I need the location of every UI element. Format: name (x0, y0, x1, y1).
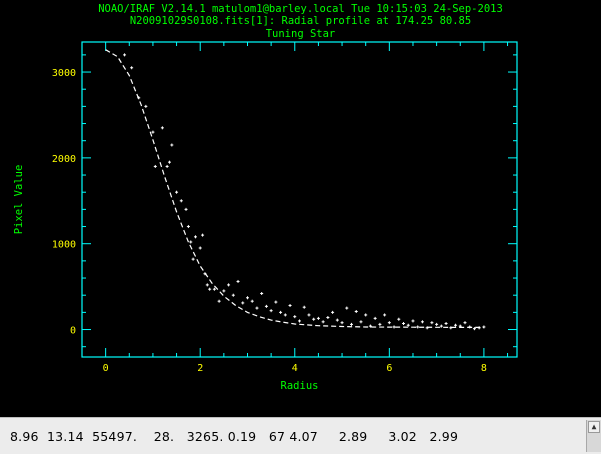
data-point (179, 199, 183, 203)
x-tick-label: 6 (386, 363, 392, 374)
data-point (153, 164, 157, 168)
data-point (241, 301, 245, 305)
data-point (144, 104, 148, 108)
data-point (350, 322, 354, 326)
data-point (208, 287, 212, 291)
data-point (439, 324, 443, 328)
data-point (151, 130, 155, 134)
data-point (387, 321, 391, 325)
y-tick-label: 2000 (52, 154, 76, 165)
fit-curve (105, 49, 484, 328)
data-point (245, 296, 249, 300)
data-point (250, 299, 254, 303)
data-point (463, 321, 467, 325)
data-point (416, 325, 420, 329)
data-point (283, 313, 287, 317)
data-point (298, 319, 301, 323)
data-point (170, 143, 174, 147)
data-point (231, 293, 235, 297)
plot-frame (81, 41, 518, 358)
data-point (274, 300, 278, 304)
data-point (293, 315, 297, 319)
data-point (373, 316, 377, 320)
data-point (326, 316, 330, 320)
data-point (288, 304, 292, 308)
data-point (444, 322, 448, 326)
data-point (123, 53, 127, 57)
data-point (345, 306, 349, 310)
y-tick-label: 0 (70, 326, 76, 337)
data-point (201, 233, 205, 237)
data-point (222, 289, 226, 293)
data-point (354, 310, 358, 314)
data-point (165, 164, 169, 168)
data-point (340, 321, 344, 325)
data-point (186, 225, 190, 229)
data-point (430, 321, 434, 325)
data-point (184, 207, 188, 211)
data-point (477, 326, 481, 330)
header-line-1: NOAO/IRAF V2.14.1 matulom1@barley.local … (98, 3, 503, 15)
x-tick-label: 0 (103, 363, 109, 374)
x-tick-label: 8 (481, 363, 487, 374)
data-point (335, 318, 339, 322)
vertical-scrollbar[interactable]: ▲ (586, 420, 601, 452)
x-tick-label: 2 (197, 363, 203, 374)
data-point (397, 317, 401, 321)
data-point (454, 323, 458, 327)
radial-profile-chart: 0 2 4 6 8 0 1000 2000 3000 Radius Pixel Value (13, 41, 518, 392)
data-point (264, 304, 268, 308)
data-point (411, 319, 415, 323)
data-point (359, 320, 363, 324)
status-bar: 8.96 13.14 55497. 28. 3265. 0.19 67 4.07… (0, 417, 601, 454)
data-point (167, 160, 171, 164)
data-point (364, 313, 368, 317)
data-point (160, 126, 164, 130)
data-point (227, 283, 231, 287)
data-point (312, 317, 316, 321)
x-tick-label: 4 (292, 363, 298, 374)
data-point (175, 190, 179, 194)
data-point (279, 310, 283, 314)
data-point (191, 257, 195, 261)
data-point (482, 325, 486, 329)
data-point (189, 240, 193, 244)
data-point (435, 322, 439, 326)
data-point (420, 320, 424, 324)
data-point (255, 306, 259, 310)
plot-window: 0 2 4 6 8 0 1000 2000 3000 Radius Pixel Value NOAO… (0, 0, 601, 417)
data-point (205, 283, 209, 287)
data-point (193, 235, 197, 239)
data-point (468, 325, 472, 329)
x-axis-label: Radius (281, 380, 319, 392)
data-point (378, 322, 382, 326)
data-point (260, 291, 264, 295)
data-point (217, 299, 221, 303)
data-point (406, 323, 410, 327)
data-point (130, 66, 134, 70)
data-point (321, 320, 325, 324)
status-readout: 8.96 13.14 55497. 28. 3265. 0.19 67 4.07… (10, 429, 459, 444)
data-point (302, 305, 306, 309)
y-axis-label: Pixel Value (13, 165, 25, 235)
data-point (212, 287, 216, 291)
data-point (316, 316, 320, 320)
data-point (198, 246, 202, 250)
data-point (402, 322, 406, 326)
data-point (383, 313, 387, 317)
data-point (236, 279, 240, 283)
y-tick-label: 1000 (52, 240, 76, 251)
data-point (307, 313, 311, 317)
header-line-2: N20091029S0108.fits[1]: Radial profile a… (129, 15, 472, 27)
up-arrow-icon[interactable]: ▲ (588, 421, 600, 433)
y-tick-label: 3000 (52, 68, 76, 79)
data-point (269, 309, 273, 313)
data-point (331, 310, 335, 314)
header-line-3: Tuning Star (265, 28, 336, 40)
data-point (392, 325, 396, 329)
